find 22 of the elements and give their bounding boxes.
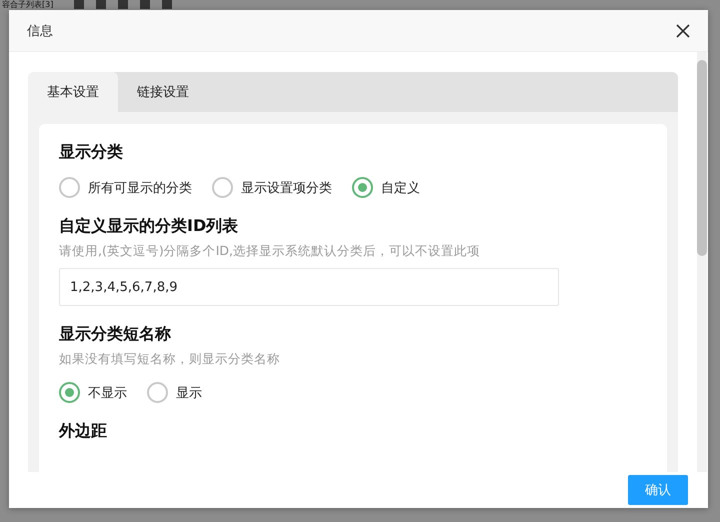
radio-option[interactable]: 不显示 xyxy=(59,382,127,403)
radio-option[interactable]: 所有可显示的分类 xyxy=(59,177,192,198)
section-title: 显示分类短名称 xyxy=(59,324,172,345)
radio-option[interactable]: 显示 xyxy=(147,382,202,403)
hint-text: 如果没有填写短名称，则显示分类名称 xyxy=(59,351,281,368)
tab[interactable]: 基本设置 xyxy=(28,72,118,112)
close-icon[interactable] xyxy=(676,24,690,38)
section-title: 外边距 xyxy=(59,421,108,442)
radio-option[interactable]: 显示设置项分类 xyxy=(212,177,332,198)
hint-text: 请使用,(英文逗号)分隔多个ID,选择显示系统默认分类后，可以不设置此项 xyxy=(59,243,482,260)
radio-option[interactable]: 自定义 xyxy=(352,177,420,198)
radio-button[interactable] xyxy=(147,382,168,403)
dialog-title: 信息 xyxy=(27,22,53,40)
radio-button[interactable] xyxy=(59,177,80,198)
section-title: 显示分类 xyxy=(59,142,124,163)
radio-button[interactable] xyxy=(59,382,80,403)
section-title: 自定义显示的分类ID列表 xyxy=(59,216,240,237)
radio-button[interactable] xyxy=(212,177,233,198)
scrollbar-thumb[interactable] xyxy=(697,60,707,256)
list-title: 容合子列表[3] xyxy=(2,0,54,10)
input-field[interactable]: 1,2,3,4,5,6,7,8,9 xyxy=(59,268,559,306)
radio-button[interactable] xyxy=(352,177,373,198)
